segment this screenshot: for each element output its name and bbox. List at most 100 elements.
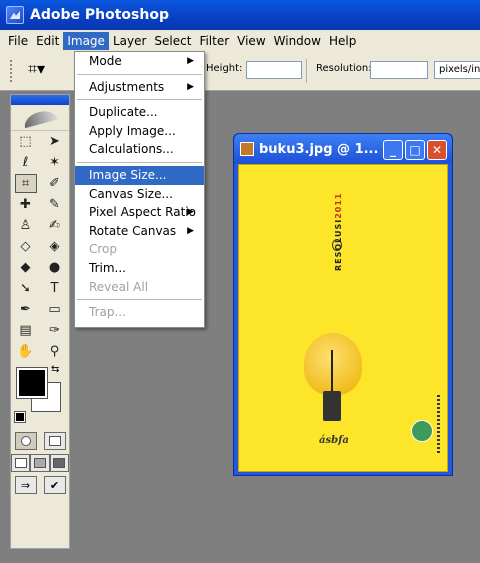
lasso-tool-icon[interactable]: ℓ bbox=[15, 153, 37, 172]
menu-item-calculations[interactable]: Calculations... bbox=[75, 140, 204, 159]
menu-edit[interactable]: Edit bbox=[32, 32, 63, 50]
document-title: buku3.jpg @ 1... bbox=[259, 141, 379, 157]
type-tool-icon[interactable]: T bbox=[44, 279, 66, 298]
submenu-arrow-icon: ▶ bbox=[187, 81, 194, 92]
menu-item-label: Pixel Aspect Ratio bbox=[89, 205, 196, 220]
lightbulb-base bbox=[323, 391, 341, 421]
menu-item-label: Adjustments bbox=[89, 79, 165, 94]
standard-mode-icon[interactable] bbox=[14, 432, 37, 450]
resolution-input[interactable] bbox=[370, 61, 428, 79]
edit-in-imageready-icon[interactable]: ✔ bbox=[43, 476, 66, 494]
menu-item-duplicate[interactable]: Duplicate... bbox=[75, 103, 204, 122]
eyedropper-tool-icon[interactable]: ✑ bbox=[44, 321, 66, 340]
menu-window[interactable]: Window bbox=[270, 32, 325, 50]
menu-item-pixel-aspect-ratio[interactable]: Pixel Aspect Ratio ▶ bbox=[75, 203, 204, 222]
tool-row: ◆ ● bbox=[11, 257, 69, 278]
default-colors-icon[interactable] bbox=[14, 411, 26, 423]
poster-title-red: 2011 bbox=[334, 192, 343, 219]
jump-to-row: ⇒ ✔ bbox=[11, 476, 69, 494]
menu-filter[interactable]: Filter bbox=[195, 32, 233, 50]
history-brush-tool-icon[interactable]: ✍ bbox=[44, 216, 66, 235]
paint-bucket-tool-icon[interactable]: ◈ bbox=[44, 237, 66, 256]
jump-to-imageready-icon[interactable]: ⇒ bbox=[14, 476, 37, 494]
menu-item-apply-image[interactable]: Apply Image... bbox=[75, 122, 204, 141]
quick-mask-mode-icon[interactable] bbox=[43, 432, 66, 450]
toolbox-title-bar[interactable] bbox=[11, 95, 69, 105]
menu-item-mode[interactable]: Mode ▶ bbox=[75, 52, 204, 71]
menu-separator bbox=[75, 296, 204, 303]
move-tool-icon[interactable]: ➤ bbox=[44, 132, 66, 151]
blur-tool-icon[interactable]: ◆ bbox=[15, 258, 37, 277]
tool-row: ✚ ✎ bbox=[11, 194, 69, 215]
image-canvas[interactable]: RESOLUSI2011 ásbfa bbox=[238, 164, 448, 472]
lightbulb-illustration bbox=[304, 333, 362, 395]
tool-grid: ⬚ ➤ ℓ ✶ ⌗ ✐ ✚ ✎ ♙ ✍ ◇ ◈ ◆ ● ➘ T ✒ ▭ ▤ ✑ ✋ ⚲ bbox=[11, 131, 69, 362]
resolution-units-select[interactable]: pixels/inc bbox=[434, 61, 480, 79]
poster-badge-logo bbox=[411, 420, 433, 442]
menu-item-canvas-size[interactable]: Canvas Size... bbox=[75, 185, 204, 204]
rectangle-tool-icon[interactable]: ▭ bbox=[44, 300, 66, 319]
maximize-button[interactable]: □ bbox=[405, 140, 425, 160]
foreground-color-swatch[interactable] bbox=[16, 367, 48, 399]
swap-colors-icon[interactable]: ⇆ bbox=[51, 364, 59, 375]
menu-image[interactable]: Image bbox=[63, 31, 109, 50]
submenu-arrow-icon: ▶ bbox=[187, 207, 194, 218]
menu-item-label: Trim... bbox=[89, 260, 126, 275]
dodge-tool-icon[interactable]: ● bbox=[44, 258, 66, 277]
photoshop-app: Adobe Photoshop File Edit Image Layer Se… bbox=[0, 0, 480, 563]
healing-brush-tool-icon[interactable]: ✚ bbox=[15, 195, 37, 214]
menu-select[interactable]: Select bbox=[150, 32, 195, 50]
menu-item-crop: Crop bbox=[75, 240, 204, 259]
submenu-arrow-icon: ▶ bbox=[187, 225, 194, 236]
close-button[interactable]: ✕ bbox=[427, 140, 447, 160]
tool-row: ⌗ ✐ bbox=[11, 173, 69, 194]
notes-tool-icon[interactable]: ▤ bbox=[15, 321, 37, 340]
standard-screen-mode-icon[interactable] bbox=[11, 454, 31, 472]
menu-item-label: Canvas Size... bbox=[89, 186, 173, 201]
height-input[interactable] bbox=[246, 61, 302, 79]
menu-layer[interactable]: Layer bbox=[109, 32, 150, 50]
slice-tool-icon[interactable]: ✐ bbox=[44, 174, 66, 193]
options-bar: ⌗▾ Height: Resolution: pixels/inc bbox=[0, 51, 480, 91]
clone-stamp-tool-icon[interactable]: ♙ bbox=[15, 216, 37, 235]
zoom-tool-icon[interactable]: ⚲ bbox=[44, 342, 66, 361]
tool-row: ✋ ⚲ bbox=[11, 341, 69, 362]
tool-row: ◇ ◈ bbox=[11, 236, 69, 257]
menu-item-rotate-canvas[interactable]: Rotate Canvas ▶ bbox=[75, 222, 204, 241]
menu-view[interactable]: View bbox=[233, 32, 269, 50]
menu-file[interactable]: File bbox=[4, 32, 32, 50]
minimize-button[interactable]: _ bbox=[383, 140, 403, 160]
menu-item-label: Apply Image... bbox=[89, 123, 176, 138]
tool-row: ▤ ✑ bbox=[11, 320, 69, 341]
window-buttons: _ □ ✕ bbox=[383, 140, 447, 160]
menu-item-label: Image Size... bbox=[89, 167, 167, 182]
tool-row: ➘ T bbox=[11, 278, 69, 299]
menu-help[interactable]: Help bbox=[325, 32, 360, 50]
path-selection-tool-icon[interactable]: ➘ bbox=[15, 279, 37, 298]
tool-row: ♙ ✍ bbox=[11, 215, 69, 236]
menu-item-image-size[interactable]: Image Size... bbox=[75, 165, 204, 185]
eraser-tool-icon[interactable]: ◇ bbox=[15, 237, 37, 256]
document-window: buku3.jpg @ 1... _ □ ✕ RESOLUSI2011 ásbf… bbox=[233, 133, 453, 476]
full-screen-menu-mode-icon[interactable] bbox=[30, 454, 50, 472]
window-title: Adobe Photoshop bbox=[30, 7, 169, 23]
tool-row: ⬚ ➤ bbox=[11, 131, 69, 152]
brush-tool-icon[interactable]: ✎ bbox=[44, 195, 66, 214]
pen-tool-icon[interactable]: ✒ bbox=[15, 300, 37, 319]
menu-bar: File Edit Image Layer Select Filter View… bbox=[0, 30, 480, 51]
menu-item-trim[interactable]: Trim... bbox=[75, 259, 204, 278]
lightbulb-filament bbox=[331, 350, 333, 395]
full-screen-mode-icon[interactable] bbox=[49, 454, 69, 472]
menu-item-reveal-all: Reveal All bbox=[75, 278, 204, 297]
height-label: Height: bbox=[206, 63, 243, 74]
options-divider bbox=[306, 59, 307, 83]
menu-item-adjustments[interactable]: Adjustments ▶ bbox=[75, 78, 204, 97]
feather-logo-icon[interactable] bbox=[11, 105, 69, 131]
marquee-tool-icon[interactable]: ⬚ bbox=[15, 132, 37, 151]
crop-tool-preset-icon[interactable]: ⌗▾ bbox=[28, 59, 45, 79]
hand-tool-icon[interactable]: ✋ bbox=[15, 342, 37, 361]
title-bar: Adobe Photoshop bbox=[0, 0, 480, 30]
crop-tool-icon[interactable]: ⌗ bbox=[14, 174, 37, 193]
magic-wand-tool-icon[interactable]: ✶ bbox=[44, 153, 66, 172]
options-bar-grip[interactable] bbox=[10, 60, 14, 82]
